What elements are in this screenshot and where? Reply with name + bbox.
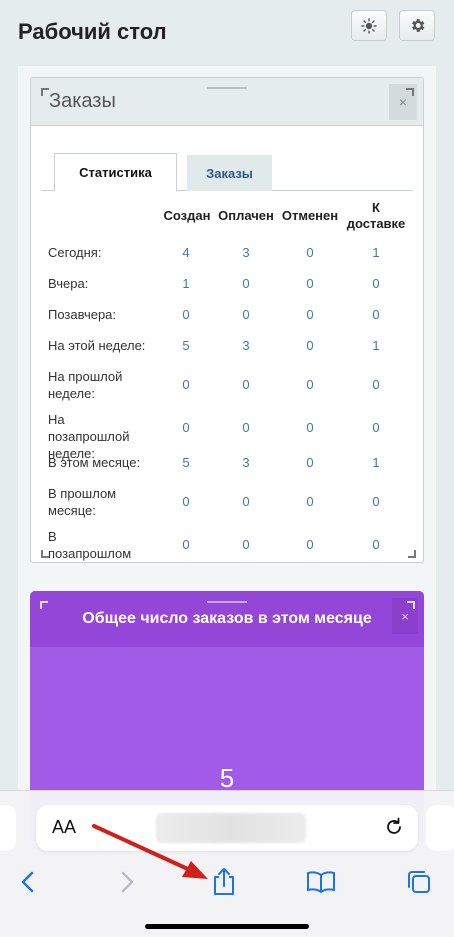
back-icon [21, 871, 34, 893]
column-header: К доставке [346, 200, 406, 231]
next-tab-preview[interactable] [426, 805, 454, 851]
tabs-icon [408, 871, 430, 893]
table-cell-link[interactable]: 5 [166, 455, 206, 470]
row-label: Вчера: [48, 276, 89, 291]
page-title: Рабочий стол [18, 19, 167, 44]
resize-corner-icon [407, 601, 415, 609]
orders-widget: Заказы × Статистика Заказы Создан Оплаче… [30, 77, 424, 563]
previous-tab-preview[interactable] [0, 805, 16, 851]
theme-toggle-button[interactable] [351, 10, 387, 41]
table-cell-link[interactable]: 3 [226, 455, 266, 470]
bookmarks-button[interactable] [306, 867, 336, 897]
table-cell-link[interactable]: 0 [356, 307, 396, 322]
resize-corner-icon [408, 550, 416, 558]
text-size-label: AA [52, 817, 77, 837]
page-header: Рабочий стол [0, 0, 454, 62]
table-cell-link[interactable]: 0 [356, 276, 396, 291]
table-cell-link[interactable]: 0 [226, 307, 266, 322]
table-cell-link[interactable]: 0 [356, 420, 396, 435]
table-cell-link[interactable]: 0 [290, 455, 330, 470]
share-icon [214, 868, 234, 895]
table-cell-link[interactable]: 0 [226, 537, 266, 552]
table-cell-link[interactable]: 0 [356, 537, 396, 552]
resize-corner-icon [40, 601, 48, 609]
table-cell-link[interactable]: 0 [226, 420, 266, 435]
row-label: В позапрошлом месяце: [48, 529, 132, 561]
home-indicator [145, 924, 309, 929]
table-cell-link[interactable]: 0 [226, 276, 266, 291]
bookmarks-icon [307, 871, 335, 893]
table-cell-link[interactable]: 0 [356, 377, 396, 392]
table-cell-link[interactable]: 0 [290, 537, 330, 552]
table-cell-link[interactable]: 0 [356, 494, 396, 509]
total-widget-title: Общее число заказов в этом месяце [82, 610, 372, 627]
table-cell-link[interactable]: 0 [166, 307, 206, 322]
text-size-button[interactable]: AA [52, 817, 76, 838]
settings-button[interactable] [399, 10, 435, 41]
table-cell-link[interactable]: 0 [290, 494, 330, 509]
close-icon: × [401, 608, 409, 624]
table-cell-link[interactable]: 3 [226, 245, 266, 260]
table-cell-link[interactable]: 0 [166, 537, 206, 552]
forward-button[interactable] [112, 867, 142, 897]
browser-toolbar: AA [0, 790, 454, 937]
row-label: Сегодня: [48, 245, 102, 260]
row-label: На прошлой неделе: [48, 369, 123, 401]
address-bar[interactable]: AA [36, 805, 418, 851]
table-cell-link[interactable]: 0 [226, 494, 266, 509]
table-cell-link[interactable]: 1 [166, 276, 206, 291]
table-cell-link[interactable]: 0 [290, 245, 330, 260]
column-header: Создан [163, 208, 211, 223]
share-button[interactable] [209, 867, 239, 897]
table-cell-link[interactable]: 5 [166, 338, 206, 353]
table-cell-link[interactable]: 3 [226, 338, 266, 353]
sun-icon [361, 17, 377, 34]
url-text-redacted[interactable] [156, 813, 306, 843]
table-cell-link[interactable]: 4 [166, 245, 206, 260]
table-cell-link[interactable]: 0 [226, 377, 266, 392]
reload-icon[interactable] [382, 815, 406, 839]
forward-icon [121, 871, 134, 893]
tabs-button[interactable] [404, 867, 434, 897]
gear-icon [411, 19, 424, 32]
table-cell-link[interactable]: 1 [356, 245, 396, 260]
table-cell-link[interactable]: 0 [290, 377, 330, 392]
table-cell-link[interactable]: 0 [290, 420, 330, 435]
back-button[interactable] [13, 867, 43, 897]
resize-corner-icon [41, 550, 49, 558]
table-cell-link[interactable]: 1 [356, 338, 396, 353]
table-cell-link[interactable]: 0 [290, 276, 330, 291]
table-cell-link[interactable]: 0 [166, 494, 206, 509]
table-cell-link[interactable]: 0 [166, 377, 206, 392]
table-cell-link[interactable]: 0 [290, 338, 330, 353]
table-cell-link[interactable]: 1 [356, 455, 396, 470]
statistics-table: Создан Оплачен Отменен К доставке Сегодн… [31, 78, 423, 562]
column-header: Отменен [281, 208, 339, 223]
column-header: Оплачен [218, 208, 274, 223]
row-label: Позавчера: [48, 307, 117, 322]
table-cell-link[interactable]: 0 [166, 420, 206, 435]
row-label: На этой неделе: [48, 338, 146, 353]
total-widget-header[interactable]: Общее число заказов в этом месяце × [30, 591, 424, 647]
drag-handle[interactable] [207, 601, 247, 603]
table-cell-link[interactable]: 0 [290, 307, 330, 322]
row-label: В этом месяце: [48, 455, 141, 470]
row-label: В прошлом месяце: [48, 486, 117, 518]
